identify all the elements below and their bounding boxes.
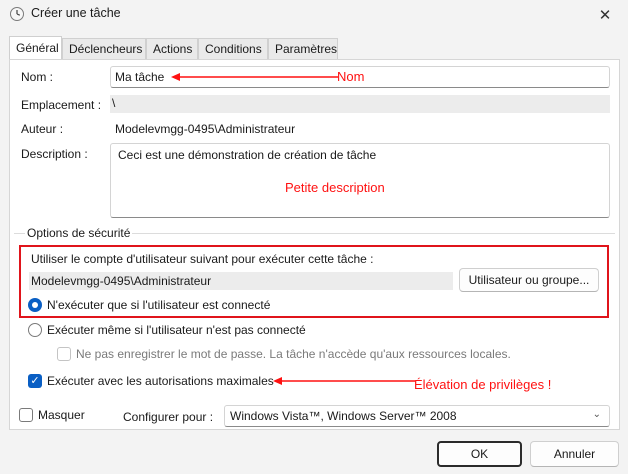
- annotation-arrow-elevation: [273, 377, 415, 385]
- name-value: Ma tâche: [115, 70, 165, 84]
- general-panel: Nom : Ma tâche Nom Emplacement : \ Auteu…: [9, 59, 620, 430]
- hidden-checkbox[interactable]: [19, 408, 33, 422]
- author-label: Auteur :: [21, 122, 64, 136]
- account-value: Modelevmgg-0495\Administrateur: [31, 274, 212, 288]
- annotation-description: Petite description: [285, 180, 385, 195]
- description-field[interactable]: Ceci est une démonstration de création d…: [110, 143, 610, 218]
- clock-icon: [10, 7, 24, 21]
- name-label: Nom :: [21, 70, 54, 84]
- configure-value: Windows Vista™, Windows Server™ 2008: [230, 409, 457, 423]
- radio-logged-on[interactable]: [28, 298, 42, 312]
- user-or-group-button[interactable]: Utilisateur ou groupe...: [459, 268, 599, 292]
- annotation-arrow-name: [171, 73, 338, 81]
- configure-label: Configurer pour :: [123, 410, 214, 424]
- no-store-password-label: Ne pas enregistrer le mot de passe. La t…: [76, 347, 511, 361]
- close-button[interactable]: ✕: [582, 0, 628, 30]
- account-prompt: Utiliser le compte d'utilisateur suivant…: [31, 252, 374, 266]
- window-title: Créer une tâche: [31, 6, 121, 20]
- security-group-label: Options de sécurité: [25, 226, 133, 240]
- annotation-elevation: Élévation de privilèges !: [414, 377, 552, 392]
- highest-privileges-checkbox[interactable]: ✓: [28, 374, 42, 388]
- author-value: Modelevmgg-0495\Administrateur: [115, 122, 296, 136]
- tab-settings[interactable]: Paramètres: [268, 38, 338, 59]
- configure-select[interactable]: Windows Vista™, Windows Server™ 2008 ⌄: [224, 405, 610, 427]
- location-value: \: [112, 96, 116, 110]
- tab-general[interactable]: Général: [9, 36, 62, 59]
- tab-actions[interactable]: Actions: [146, 38, 198, 59]
- hidden-label: Masquer: [38, 408, 85, 422]
- account-field: Modelevmgg-0495\Administrateur: [29, 272, 453, 290]
- cancel-button[interactable]: Annuler: [530, 441, 619, 467]
- radio-logged-on-label: N'exécuter que si l'utilisateur est conn…: [47, 298, 271, 312]
- description-label: Description :: [21, 147, 88, 161]
- no-store-password-checkbox[interactable]: [57, 347, 71, 361]
- ok-button[interactable]: OK: [437, 441, 522, 467]
- location-label: Emplacement :: [21, 98, 102, 112]
- annotation-name: Nom: [337, 69, 365, 84]
- highest-privileges-label: Exécuter avec les autorisations maximale…: [47, 374, 274, 388]
- radio-any-user[interactable]: [28, 323, 42, 337]
- tab-conditions[interactable]: Conditions: [198, 38, 268, 59]
- close-icon: ✕: [598, 7, 612, 24]
- title-bar: Créer une tâche ✕: [0, 0, 628, 30]
- description-value: Ceci est une démonstration de création d…: [118, 148, 377, 162]
- chevron-down-icon: ⌄: [592, 409, 601, 420]
- location-field: \: [110, 95, 610, 113]
- radio-any-user-label: Exécuter même si l'utilisateur n'est pas…: [47, 323, 306, 337]
- tab-triggers[interactable]: Déclencheurs: [62, 38, 146, 59]
